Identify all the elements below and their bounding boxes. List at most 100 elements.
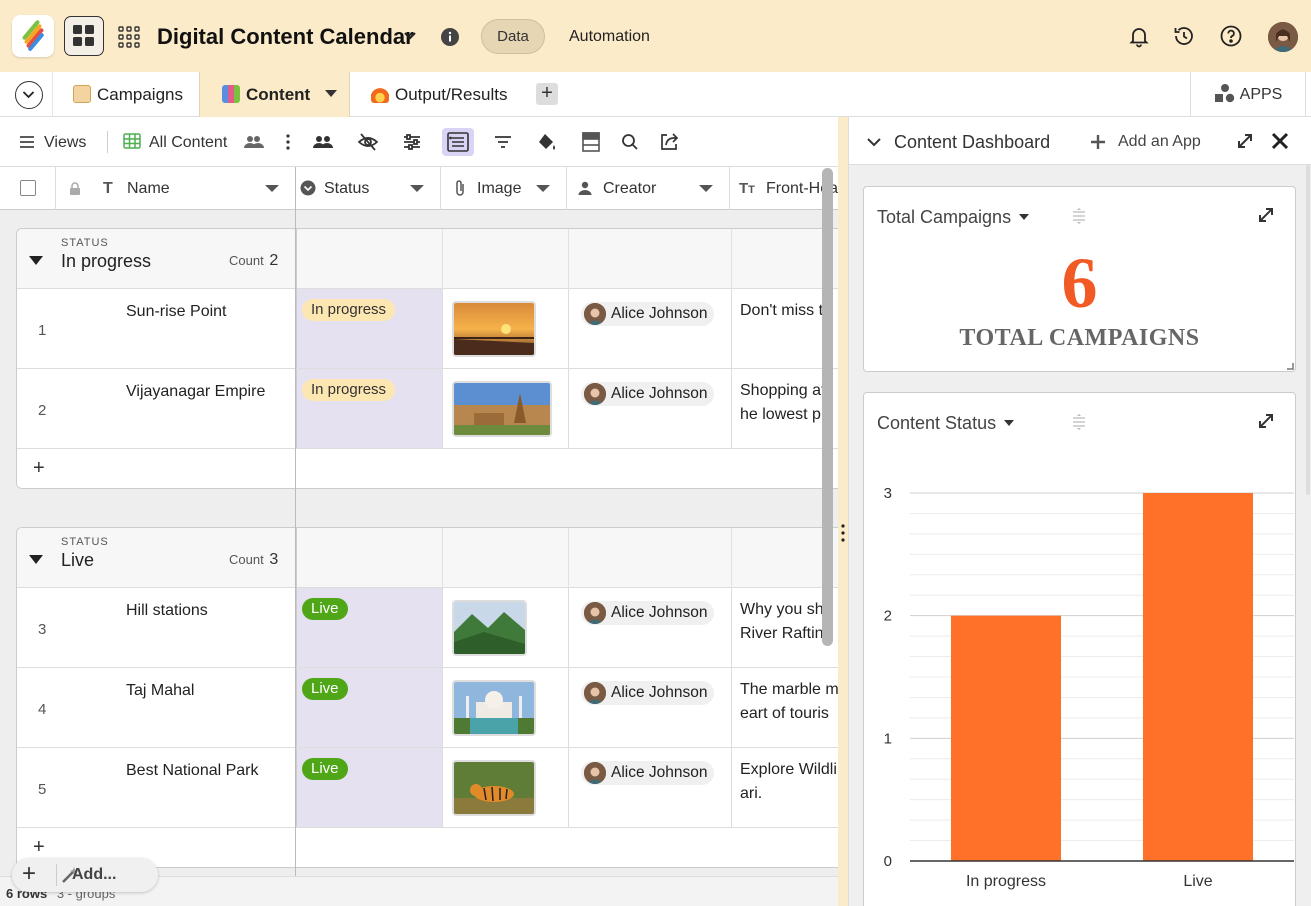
add-table-button[interactable]: + <box>536 83 558 105</box>
collaborators-icon[interactable] <box>243 131 265 153</box>
hide-fields-icon[interactable] <box>357 131 379 153</box>
add-record-button[interactable]: + Add... <box>12 858 158 892</box>
close-icon[interactable] <box>1271 132 1289 150</box>
metric-title[interactable]: Total Campaigns <box>877 207 1030 228</box>
cell-creator[interactable]: Alice Johnson <box>568 289 731 368</box>
app-launcher-icon[interactable] <box>118 26 140 48</box>
panel-splitter[interactable] <box>838 117 848 906</box>
plus-icon[interactable] <box>1090 134 1106 150</box>
panel-scrollbar[interactable] <box>1306 165 1310 495</box>
thumbnail-taj-mahal[interactable] <box>452 680 536 736</box>
tab-campaigns[interactable]: Campaigns <box>52 72 199 117</box>
cell-creator[interactable]: Alice Johnson <box>568 588 731 667</box>
select-all-checkbox[interactable] <box>20 180 36 196</box>
share-icon[interactable] <box>658 131 680 153</box>
column-image[interactable]: Image <box>441 167 567 210</box>
frozen-column-divider[interactable] <box>295 167 296 906</box>
column-status[interactable]: Status <box>296 167 441 210</box>
cell-image[interactable] <box>442 289 568 368</box>
paint-bucket-icon[interactable] <box>536 131 558 153</box>
cell-status[interactable]: Live <box>296 668 442 747</box>
column-menu-icon[interactable] <box>410 185 424 192</box>
collapse-toggle[interactable] <box>15 81 43 109</box>
column-name[interactable]: T Name <box>56 167 296 210</box>
drag-handle-icon[interactable] <box>1071 207 1087 225</box>
tab-output-results[interactable]: Output/Results <box>350 72 530 117</box>
cell-name[interactable]: Hill stations <box>126 602 208 620</box>
cell-image[interactable] <box>442 668 568 747</box>
table-row[interactable]: 5 Best National Park Live Alice Johnson … <box>17 748 838 828</box>
cell-front-header[interactable]: Explore Wildli ari. <box>731 748 838 827</box>
cell-front-header[interactable]: The marble m eart of touris <box>731 668 838 747</box>
expand-icon[interactable] <box>1258 207 1274 223</box>
info-icon[interactable] <box>440 27 460 47</box>
settings-sliders-icon[interactable] <box>401 131 423 153</box>
user-avatar[interactable] <box>1268 22 1298 52</box>
row-height-icon[interactable] <box>580 131 602 153</box>
chart-card: Content Status 0 1 2 3 In progress Live <box>863 392 1296 906</box>
chevron-down-icon[interactable] <box>402 27 418 43</box>
bell-icon[interactable] <box>1127 24 1151 48</box>
tab-data[interactable]: Data <box>481 19 545 54</box>
column-menu-icon[interactable] <box>536 185 550 192</box>
user-field-icon <box>578 181 592 195</box>
help-icon[interactable] <box>1219 24 1243 48</box>
cell-name[interactable]: Sun-rise Point <box>126 303 227 321</box>
filter-icon[interactable] <box>492 131 514 153</box>
cell-creator[interactable]: Alice Johnson <box>568 748 731 827</box>
cell-status[interactable]: In progress <box>296 369 442 448</box>
thumbnail-hill-stations[interactable] <box>452 600 527 656</box>
base-title[interactable]: Digital Content Calendar <box>157 24 414 50</box>
more-icon[interactable] <box>280 131 302 153</box>
tab-content[interactable]: Content <box>199 72 350 117</box>
views-button[interactable]: Views <box>44 134 86 152</box>
view-name[interactable]: All Content <box>149 134 227 152</box>
panel-header: Content Dashboard Add an App <box>849 117 1311 165</box>
cell-image[interactable] <box>442 369 568 448</box>
cell-status[interactable]: Live <box>296 748 442 827</box>
cell-creator[interactable]: Alice Johnson <box>568 369 731 448</box>
cell-name[interactable]: Taj Mahal <box>126 682 194 700</box>
column-menu-icon[interactable] <box>265 185 279 192</box>
row-expand-toggle[interactable] <box>442 128 474 156</box>
group-by-icon[interactable] <box>312 131 334 153</box>
collapse-group-icon[interactable] <box>29 256 43 265</box>
thumbnail-sunrise[interactable] <box>452 301 536 357</box>
add-app-button[interactable]: Add an App <box>1118 133 1201 151</box>
table-row[interactable]: 2 Vijayanagar Empire In progress Alice J… <box>17 369 838 449</box>
cell-status[interactable]: In progress <box>296 289 442 368</box>
apps-button[interactable]: APPS <box>1190 72 1306 117</box>
cell-image[interactable] <box>442 588 568 667</box>
table-row[interactable]: 4 Taj Mahal Live Alice Johnson The marbl… <box>17 668 838 748</box>
history-icon[interactable] <box>1172 24 1196 48</box>
thumbnail-vijayanagar[interactable] <box>452 381 552 437</box>
table-row[interactable]: 3 Hill stations Live Alice Johnson Why y… <box>17 588 838 668</box>
cell-name[interactable]: Best National Park <box>126 762 259 780</box>
column-menu-icon[interactable] <box>699 185 713 192</box>
plus-icon[interactable]: + <box>22 861 36 887</box>
metric-label: TOTAL CAMPAIGNS <box>959 325 1200 351</box>
menu-icon[interactable] <box>18 131 40 153</box>
cell-name[interactable]: Vijayanagar Empire <box>126 383 265 401</box>
x-tick-label: Live <box>1183 873 1212 890</box>
add-row-button[interactable]: + <box>17 449 838 488</box>
cell-image[interactable] <box>442 748 568 827</box>
collapse-group-icon[interactable] <box>29 555 43 564</box>
grid-scrollbar[interactable] <box>822 168 833 646</box>
app-logo-icon[interactable] <box>12 15 54 57</box>
caret-down-icon[interactable] <box>324 90 337 97</box>
cell-status[interactable]: Live <box>296 588 442 667</box>
expand-icon[interactable] <box>1236 132 1254 150</box>
resize-corner-icon[interactable] <box>1286 362 1294 370</box>
chevron-down-icon[interactable] <box>865 133 883 151</box>
panel-title: Content Dashboard <box>894 132 1051 152</box>
search-icon[interactable] <box>619 131 641 153</box>
sidebar-grid-icon[interactable] <box>64 16 104 56</box>
thumbnail-tiger[interactable] <box>452 760 536 816</box>
table-row[interactable]: 1 Sun-rise Point In progress Alice Johns… <box>17 289 838 369</box>
user-chip: Alice Johnson <box>581 382 714 406</box>
tab-automation[interactable]: Automation <box>569 28 650 46</box>
drag-handle-icon[interactable] <box>841 523 845 543</box>
cell-creator[interactable]: Alice Johnson <box>568 668 731 747</box>
column-creator[interactable]: Creator <box>567 167 730 210</box>
